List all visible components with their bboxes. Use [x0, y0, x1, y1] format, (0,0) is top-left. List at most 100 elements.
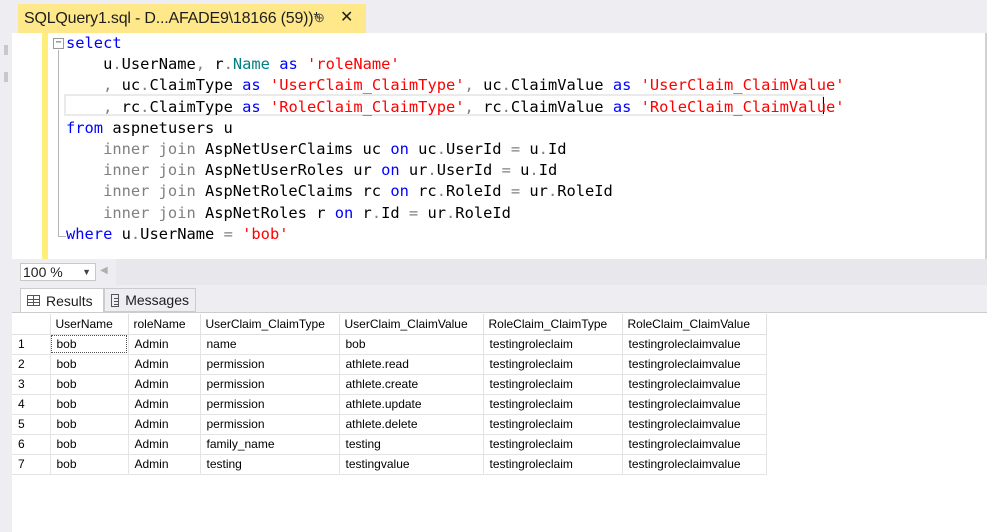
row-number[interactable]: 7 — [12, 454, 51, 475]
code-token: inner join — [66, 182, 196, 201]
code-token: r — [353, 203, 372, 222]
code-token: as — [232, 76, 270, 95]
table-cell[interactable]: bob — [50, 334, 129, 355]
table-cell[interactable]: athlete.create — [339, 374, 484, 395]
table-cell[interactable]: testing — [200, 454, 340, 475]
table-cell[interactable]: permission — [200, 374, 340, 395]
code-token: u — [510, 161, 530, 180]
table-row[interactable]: 2 bob Admin permission athlete.read testingro… — [12, 354, 767, 375]
table-cell[interactable]: bob — [50, 434, 129, 455]
table-cell[interactable]: athlete.read — [339, 354, 484, 375]
column-header[interactable]: UserClaim_ClaimValue — [339, 314, 484, 335]
row-number[interactable]: 6 — [12, 434, 51, 455]
code-line[interactable]: , uc. ClaimType as 'UserClaim_ClaimType',… — [66, 75, 844, 96]
results-grid[interactable]: UserName roleName UserClaim_ClaimType UserC… — [12, 314, 767, 475]
table-cell[interactable]: testingroleclaimvalue — [622, 334, 767, 355]
table-row[interactable]: 6 bob Admin family_name testing testingrolecl… — [12, 434, 767, 455]
code-line[interactable]: where u.UserName = 'bob' — [66, 224, 288, 245]
table-cell[interactable]: permission — [200, 394, 340, 415]
code-line[interactable]: inner join AspNetRoles r on r.Id = ur.Ro… — [66, 203, 511, 224]
close-icon[interactable]: ✕ — [340, 7, 353, 27]
table-cell[interactable]: family_name — [200, 434, 340, 455]
strip-marker — [4, 72, 8, 82]
code-line[interactable]: inner join AspNetRoleClaims rc on rc.Rol… — [66, 181, 613, 202]
table-cell[interactable]: testing — [339, 434, 484, 455]
table-cell[interactable]: testingroleclaimvalue — [622, 414, 767, 435]
table-cell[interactable]: Admin — [128, 374, 201, 395]
row-number[interactable]: 4 — [12, 394, 51, 415]
column-header[interactable]: RoleClaim_ClaimValue — [622, 314, 767, 335]
column-header[interactable]: RoleClaim_ClaimType — [483, 314, 623, 335]
code-line[interactable]: select — [66, 33, 122, 54]
row-number[interactable]: 3 — [12, 374, 51, 395]
table-cell[interactable]: testingroleclaim — [483, 394, 623, 415]
table-cell[interactable]: bob — [50, 454, 129, 475]
code-token: . — [547, 182, 558, 201]
table-cell[interactable]: testingvalue — [339, 454, 484, 475]
table-cell[interactable]: testingroleclaim — [483, 374, 623, 395]
table-cell[interactable]: Admin — [128, 414, 201, 435]
code-token: u — [66, 55, 113, 74]
table-cell[interactable]: testingroleclaimvalue — [622, 354, 767, 375]
table-cell[interactable]: testingroleclaim — [483, 354, 623, 375]
document-tab[interactable]: SQLQuery1.sql - D...AFADE9\18166 (59))* … — [18, 4, 366, 33]
code-token: rc — [121, 97, 141, 116]
tab-results-label: Results — [46, 292, 93, 309]
code-token: from — [66, 118, 104, 137]
table-row[interactable]: 7 bob Admin testing testingvalue testingrolec… — [12, 454, 767, 475]
code-token: ClaimType — [149, 76, 233, 95]
code-token: rc — [408, 182, 437, 201]
table-cell[interactable]: Admin — [128, 334, 201, 355]
tab-messages[interactable]: Messages — [104, 288, 196, 312]
table-cell[interactable]: name — [200, 334, 340, 355]
code-token: ur — [399, 161, 428, 180]
table-cell[interactable]: testingroleclaimvalue — [622, 374, 767, 395]
code-line[interactable]: inner join AspNetUserClaims uc on uc.Use… — [66, 139, 566, 160]
table-cell[interactable]: permission — [200, 354, 340, 375]
column-header[interactable]: UserClaim_ClaimType — [200, 314, 340, 335]
table-cell[interactable]: testingroleclaim — [483, 334, 623, 355]
table-cell[interactable]: athlete.update — [339, 394, 484, 415]
table-cell[interactable]: Admin — [128, 454, 201, 475]
code-line[interactable]: u.UserName, r.Name as 'roleName' — [66, 54, 400, 75]
table-row[interactable]: 5 bob Admin permission athlete.delete testing… — [12, 414, 767, 435]
table-cell[interactable]: testingroleclaim — [483, 454, 623, 475]
table-row[interactable]: 1 bob Admin name bob testingroleclaim testingr… — [12, 334, 767, 355]
code-line[interactable]: from aspnetusers u — [66, 118, 233, 139]
code-line[interactable]: inner join AspNetUserRoles ur on ur.User… — [66, 160, 557, 181]
table-cell[interactable]: Admin — [128, 434, 201, 455]
table-cell[interactable]: testingroleclaim — [483, 434, 623, 455]
code-line[interactable]: , rc. ClaimType as 'RoleClaim_ClaimType',… — [66, 97, 844, 118]
table-cell[interactable]: athlete.delete — [339, 414, 484, 435]
table-row[interactable]: 3 bob Admin permission athlete.create testing… — [12, 374, 767, 395]
tab-results[interactable]: Results — [20, 288, 104, 312]
table-cell[interactable]: bob — [50, 374, 129, 395]
table-cell[interactable]: Admin — [128, 354, 201, 375]
scroll-left-icon[interactable]: ◀ — [100, 265, 108, 276]
table-cell[interactable]: bob — [339, 334, 484, 355]
table-cell[interactable]: testingroleclaimvalue — [622, 434, 767, 455]
zoom-dropdown[interactable]: 100 % ▼ — [20, 263, 96, 281]
collapse-icon[interactable]: − — [53, 38, 64, 49]
table-cell[interactable]: testingroleclaimvalue — [622, 454, 767, 475]
row-number[interactable]: 2 — [12, 354, 51, 375]
table-cell[interactable]: bob — [50, 414, 129, 435]
table-cell[interactable]: permission — [200, 414, 340, 435]
table-row[interactable]: 4 bob Admin permission athlete.update testing… — [12, 394, 767, 415]
pin-icon[interactable]: ⊕ — [314, 10, 325, 26]
table-cell[interactable]: Admin — [128, 394, 201, 415]
table-cell[interactable]: bob — [50, 354, 129, 375]
table-cell[interactable]: testingroleclaimvalue — [622, 394, 767, 415]
code-token: inner join — [66, 140, 196, 158]
code-token: . — [529, 161, 539, 180]
column-header[interactable]: roleName — [128, 314, 201, 335]
row-number[interactable]: 5 — [12, 414, 51, 435]
column-header[interactable]: UserName — [50, 314, 129, 335]
row-number[interactable]: 1 — [12, 334, 51, 355]
table-cell[interactable]: bob — [50, 394, 129, 415]
horizontal-scrollbar[interactable] — [116, 259, 987, 285]
change-tracking-bar — [42, 33, 48, 259]
query-editor[interactable]: − select u.UserName, r.Name as 'roleName… — [12, 33, 987, 259]
grid-corner[interactable] — [12, 314, 51, 335]
table-cell[interactable]: testingroleclaim — [483, 414, 623, 435]
